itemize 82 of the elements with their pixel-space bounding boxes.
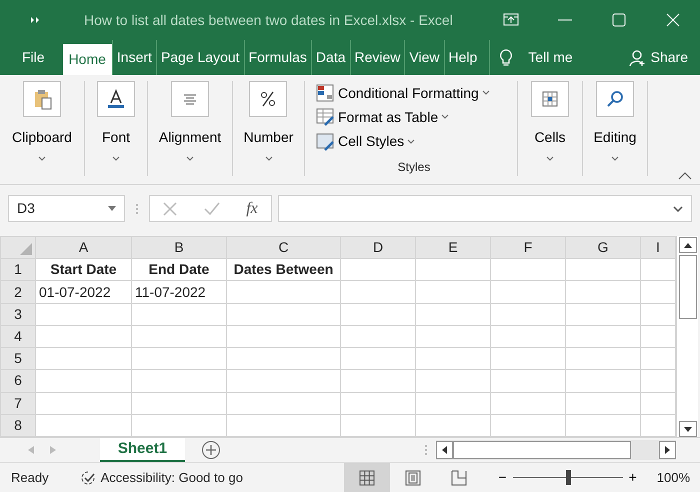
column-header[interactable]: E bbox=[416, 236, 490, 259]
row-header[interactable]: 6 bbox=[0, 370, 36, 392]
view-button[interactable] bbox=[344, 462, 390, 492]
row-header[interactable]: 3 bbox=[0, 303, 36, 326]
chevron-down-icon bbox=[546, 156, 554, 162]
row-header[interactable]: 8 bbox=[0, 414, 36, 436]
window-title: How to list all dates between two dates in Excel.xlsx - Excel bbox=[84, 10, 454, 30]
person-add-icon bbox=[628, 48, 647, 66]
insert-function-button[interactable]: fx bbox=[246, 196, 258, 220]
table-cell: 01-07-2022 bbox=[39, 284, 111, 300]
column-header[interactable]: G bbox=[566, 236, 640, 259]
ribbon-tab[interactable]: Home bbox=[62, 44, 112, 75]
name-box[interactable]: D3 bbox=[8, 195, 125, 222]
row-header[interactable]: 7 bbox=[0, 392, 36, 414]
chevron-down-icon bbox=[186, 156, 194, 162]
chevron-down-icon bbox=[673, 206, 683, 212]
formula-input[interactable] bbox=[278, 195, 692, 222]
scroll-right-button[interactable] bbox=[659, 441, 676, 459]
table-brush-icon bbox=[315, 107, 335, 128]
quick-access-icon[interactable] bbox=[30, 15, 42, 25]
ribbon-group-button[interactable]: Number bbox=[244, 81, 294, 148]
chevron-down-icon bbox=[112, 156, 120, 162]
ribbon-group-button[interactable]: Alignment bbox=[158, 81, 222, 148]
share-button[interactable]: Share bbox=[624, 40, 692, 75]
table-cell: End Date bbox=[148, 261, 210, 278]
ribbon-menu-button[interactable]: Conditional Formatting bbox=[311, 81, 494, 106]
tell-me-search[interactable]: Tell me bbox=[524, 40, 577, 75]
lightbulb-icon[interactable] bbox=[498, 48, 514, 68]
add-sheet-icon[interactable] bbox=[201, 440, 221, 460]
row-header[interactable]: 2 bbox=[0, 280, 36, 304]
table-cell: Dates Between bbox=[234, 261, 334, 278]
column-header[interactable]: F bbox=[490, 236, 566, 259]
chevron-down-icon bbox=[611, 156, 619, 162]
scroll-thumb[interactable] bbox=[453, 441, 631, 459]
triangle-up-icon bbox=[684, 242, 692, 248]
corner-triangle-icon bbox=[20, 242, 32, 255]
drag-handle-icon[interactable] bbox=[135, 202, 139, 214]
chevron-down-icon bbox=[407, 138, 416, 145]
row-header[interactable]: 1 bbox=[0, 258, 36, 281]
accessibility-button[interactable]: Accessibility: Good to go bbox=[78, 468, 243, 488]
accessibility-check-icon bbox=[78, 470, 97, 486]
ribbon-group-button[interactable]: Editing bbox=[594, 81, 636, 148]
triangle-left-icon bbox=[442, 446, 447, 454]
ribbon-menu-button[interactable]: Cell Styles bbox=[311, 130, 420, 154]
sheet-tab[interactable]: Sheet1 bbox=[100, 438, 185, 462]
ribbon-menu-button[interactable]: Format as Table bbox=[311, 105, 454, 130]
ribbon-group-button[interactable]: Clipboard bbox=[12, 81, 72, 148]
status-text: Ready bbox=[11, 468, 49, 487]
collapse-ribbon-icon[interactable] bbox=[678, 172, 692, 180]
scroll-down-button[interactable] bbox=[678, 421, 696, 437]
chevron-down-icon bbox=[38, 156, 46, 162]
triangle-down-icon bbox=[684, 426, 692, 432]
row-header[interactable]: 4 bbox=[0, 325, 36, 348]
grid-view-icon bbox=[359, 470, 376, 486]
scroll-thumb[interactable] bbox=[678, 255, 696, 319]
table-cell: Start Date bbox=[50, 261, 117, 278]
chevron-down-icon bbox=[441, 114, 450, 120]
split-handle-icon[interactable] bbox=[424, 444, 428, 456]
conditional-format-icon bbox=[315, 83, 335, 104]
scroll-up-button[interactable] bbox=[678, 237, 696, 253]
column-header[interactable]: C bbox=[226, 236, 340, 259]
zoom-level[interactable]: 100% bbox=[656, 468, 690, 488]
chevron-down-icon bbox=[264, 156, 272, 162]
column-header[interactable]: I bbox=[640, 236, 676, 259]
column-header[interactable]: D bbox=[340, 236, 416, 259]
cell-brush-icon bbox=[315, 132, 335, 152]
zoom-in-button[interactable]: + bbox=[628, 467, 637, 488]
ribbon-tab[interactable]: File bbox=[18, 40, 49, 75]
column-header[interactable]: A bbox=[36, 236, 132, 259]
row-header[interactable]: 5 bbox=[0, 348, 36, 370]
page-break-icon bbox=[451, 470, 468, 486]
triangle-right-icon bbox=[665, 446, 670, 454]
zoom-slider-thumb[interactable] bbox=[566, 470, 571, 485]
caret-down-icon bbox=[108, 206, 116, 211]
table-cell: 11-07-2022 bbox=[135, 284, 206, 300]
scroll-left-button[interactable] bbox=[436, 441, 453, 459]
zoom-out-button[interactable]: − bbox=[498, 467, 507, 488]
page-layout-icon bbox=[405, 470, 422, 486]
group-label: Styles bbox=[398, 158, 430, 176]
chevron-down-icon bbox=[482, 90, 490, 96]
column-header[interactable]: B bbox=[132, 236, 226, 259]
check-icon[interactable] bbox=[204, 202, 220, 216]
